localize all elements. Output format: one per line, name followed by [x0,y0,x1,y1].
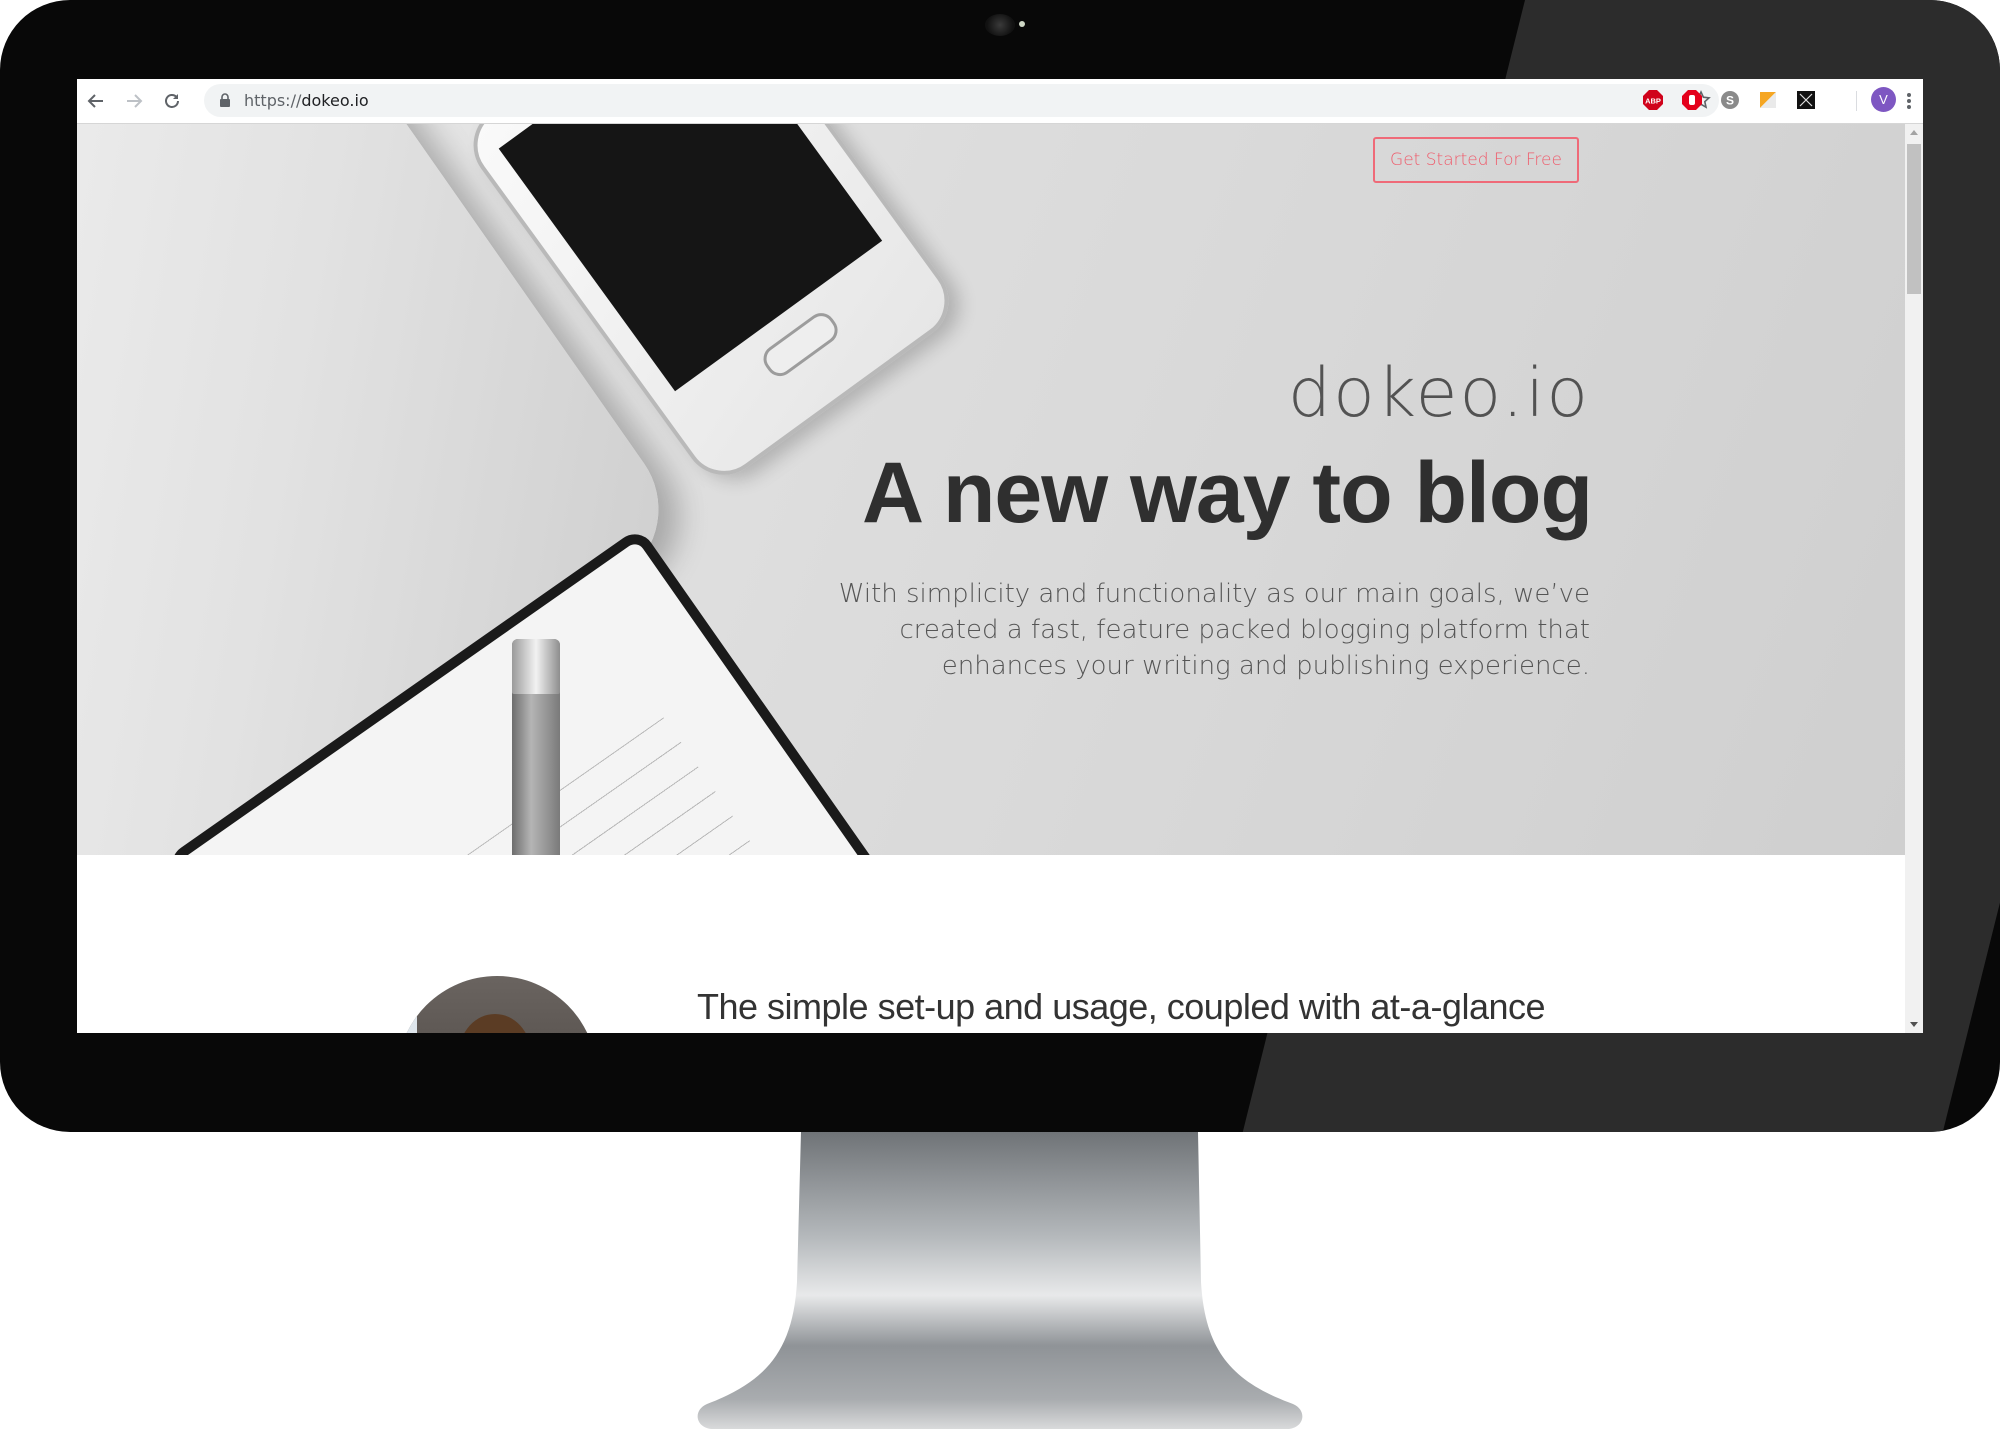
testimonial-text: The simple set-up and usage, coupled wit… [697,986,1546,1027]
webcam-led [1019,21,1025,27]
webcam [985,14,1015,36]
scroll-down-arrow-icon[interactable] [1910,1022,1918,1027]
adblock-plus-icon: ABP [1643,90,1663,110]
page-viewport: Get Started For Free dokeo.io A new way … [77,124,1905,1033]
ruler-extension-icon [1760,92,1776,108]
lock-icon [220,93,230,107]
reload-icon [165,94,179,108]
monitor-bezel: https://dokeo.io ABP S V Get Started For… [0,0,2000,1132]
monitor-stand [697,1132,1303,1429]
adblock-button[interactable] [1680,88,1704,112]
profile-avatar-button[interactable]: V [1871,87,1896,112]
toolbar-separator [1856,91,1857,111]
address-bar[interactable]: https://dokeo.io [204,84,1719,117]
skype-button[interactable]: S [1718,88,1742,112]
hero-pen-image [512,639,560,855]
ruler-extension-button[interactable] [1756,88,1780,112]
subtitle-line: enhances your writing and publishing exp… [941,651,1590,681]
testimonial-avatar [397,976,597,1033]
reload-button[interactable] [158,87,186,115]
notebook-lines [303,717,836,855]
url-host: dokeo.io [301,91,369,110]
back-button[interactable] [82,87,110,115]
adblock-plus-button[interactable]: ABP [1641,88,1665,112]
url-text[interactable]: https://dokeo.io [244,91,369,110]
arrow-left-icon [87,94,103,108]
adblock-hand-icon [1682,90,1702,110]
kebab-menu-icon [1907,93,1911,109]
arrow-right-icon [127,94,143,108]
pen-cap [512,639,560,694]
scrollbar-thumb[interactable] [1907,144,1921,294]
avatar-head [459,1014,531,1033]
url-scheme: https:// [244,91,302,110]
forward-button[interactable] [120,87,148,115]
scroll-up-arrow-icon[interactable] [1910,130,1918,135]
page-scrollbar[interactable] [1905,124,1923,1033]
hero-section: Get Started For Free dokeo.io A new way … [77,124,1905,855]
svg-text:S: S [1726,94,1734,108]
hero-headline: A new way to blog [862,445,1593,541]
subtitle-line: created a fast, feature packed blogging … [899,615,1590,645]
hero-subtitle: With simplicity and functionality as our… [830,576,1590,684]
brand-logo: dokeo.io [1287,354,1590,433]
browser-window: https://dokeo.io ABP S V Get Started For… [77,79,1923,1033]
browser-menu-button[interactable] [1895,87,1923,115]
browser-toolbar: https://dokeo.io ABP S V [77,79,1923,124]
skype-icon: S [1721,91,1739,109]
subtitle-line: With simplicity and functionality as our… [838,579,1590,609]
svg-text:ABP: ABP [1645,97,1661,106]
screenshot-extension-icon [1797,91,1815,109]
get-started-button[interactable]: Get Started For Free [1373,137,1579,183]
screenshot-extension-button[interactable] [1794,88,1818,112]
